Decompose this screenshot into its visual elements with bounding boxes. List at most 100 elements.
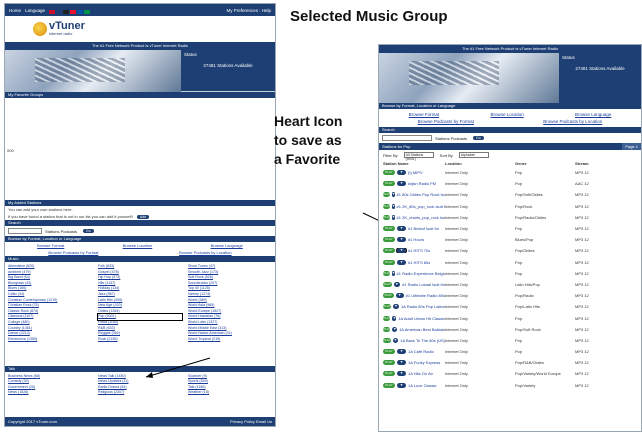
heart-favorite-icon[interactable]: ♥ — [392, 315, 397, 321]
search-options-right[interactable]: Stations Podcasts — [435, 136, 467, 141]
talk-genre-link[interactable]: Religious (2307) — [98, 390, 182, 395]
sort-select[interactable]: Alphabet — [458, 152, 489, 158]
play-button[interactable]: PLAY — [383, 293, 394, 299]
heart-favorite-icon[interactable]: ♥ — [392, 214, 395, 220]
preferences-help-links[interactable]: My Preferences : Help — [226, 8, 271, 13]
logo[interactable]: vTuner internet radio — [5, 16, 275, 42]
play-button[interactable]: PLAY — [383, 349, 395, 355]
play-button[interactable]: PLAY — [383, 259, 395, 265]
browse-format-link[interactable]: Browse Format — [37, 243, 64, 248]
browse-language-link-right[interactable]: Browse Language — [575, 111, 611, 118]
play-button[interactable]: PLAY — [383, 270, 391, 276]
flag-icon[interactable] — [56, 10, 63, 14]
play-button[interactable]: PLAY — [383, 237, 395, 243]
browse-podcasts-format-link-right[interactable]: Browse Podcasts by Format — [418, 118, 474, 125]
heart-favorite-icon[interactable]: ♥ — [397, 349, 406, 355]
genre-link[interactable]: Electronica (1355) — [8, 337, 92, 343]
talk-genre-link[interactable]: Weather (18) — [188, 390, 272, 395]
station-name-link[interactable]: #djsn Radio FM — [408, 181, 436, 186]
search-input-right[interactable] — [382, 135, 432, 141]
search-input[interactable] — [8, 228, 42, 234]
heart-favorite-icon[interactable]: ♥ — [392, 192, 395, 198]
flag-icon[interactable] — [70, 10, 77, 14]
flag-icon[interactable] — [84, 10, 91, 14]
heart-favorite-icon[interactable]: ♥ — [392, 304, 399, 310]
station-name-link[interactable]: 1A Funky Express — [408, 360, 440, 365]
heart-favorite-icon[interactable]: ♥ — [393, 281, 401, 287]
search-go-button[interactable]: Go — [83, 229, 94, 233]
search-go-button-right[interactable]: Go — [473, 136, 484, 140]
heart-favorite-icon[interactable]: ♥ — [395, 293, 404, 299]
play-button[interactable]: PLAY — [383, 337, 391, 343]
page-tag[interactable]: Page 1 — [622, 143, 641, 150]
talk-genre-link[interactable]: News (1526) — [8, 390, 92, 395]
promo-band-right[interactable]: The #1 Free Network Product is vTuner In… — [379, 45, 641, 53]
play-button[interactable]: PLAY — [383, 371, 395, 377]
genre-link[interactable]: World Tropical (219) — [188, 337, 272, 343]
play-button[interactable]: PLAY — [383, 214, 391, 220]
play-button[interactable]: PLAY — [383, 203, 391, 209]
station-name-link[interactable]: #1 HITS 80s — [408, 260, 430, 265]
heart-favorite-icon[interactable]: ♥ — [392, 337, 399, 343]
station-name-link[interactable]: 1A Radio 80s Pop Latino — [401, 304, 445, 309]
station-name-link[interactable]: 1A Adult Urban Hit Classic — [398, 316, 445, 321]
play-button[interactable]: PLAY — [383, 382, 395, 388]
play-button[interactable]: PLAY — [383, 360, 395, 366]
heart-favorite-icon[interactable]: ♥ — [397, 237, 406, 243]
heart-favorite-icon[interactable]: ♥ — [397, 170, 406, 176]
station-name-link[interactable]: #1 Ultimate Radio 80s — [406, 293, 445, 298]
promo-band[interactable]: The #1 Free Network Product is vTuner In… — [5, 42, 275, 50]
browse-podcasts-location-link[interactable]: Browse Podcasts by Location — [179, 250, 231, 255]
play-button[interactable]: PLAY — [383, 226, 395, 232]
play-button[interactable]: PLAY — [383, 315, 391, 321]
flag-icon[interactable] — [63, 10, 70, 14]
play-button[interactable]: PLAY — [383, 170, 395, 176]
heart-favorite-icon[interactable]: ♥ — [392, 203, 395, 209]
station-name-link[interactable]: #1 Radio Lokaal Isuit fm — [402, 282, 445, 287]
heart-favorite-icon[interactable]: ♥ — [397, 360, 406, 366]
heart-favorite-icon[interactable]: ♥ — [397, 259, 406, 265]
station-name-link[interactable]: (t) MIPV — [408, 170, 423, 175]
play-button[interactable]: PLAY — [383, 326, 391, 332]
flag-icon[interactable] — [49, 10, 56, 14]
heart-favorite-icon[interactable]: ♥ — [397, 371, 406, 377]
add-station-button[interactable]: Add — [136, 215, 150, 219]
flag-icon[interactable] — [77, 10, 84, 14]
heart-favorite-icon[interactable]: ♥ — [395, 248, 408, 254]
heart-favorite-icon[interactable]: ♥ — [397, 181, 406, 187]
station-name-link[interactable]: #1 HITS 70s — [408, 248, 430, 253]
station-genre: Pop/Radio/Oldies — [515, 214, 547, 220]
browse-podcasts-location-link-right[interactable]: Browse Podcasts by Location — [543, 118, 602, 125]
heart-favorite-icon[interactable]: ♥ — [392, 270, 395, 276]
station-name-link[interactable]: 1A Back To The 80s (US) — [400, 338, 445, 343]
heart-favorite-icon[interactable]: ♥ — [397, 382, 406, 388]
station-name-link[interactable]: #1 Bestof Isuit fm — [408, 226, 439, 231]
home-link[interactable]: Home — [9, 8, 21, 13]
browse-format-link-right[interactable]: Browse Format — [409, 111, 440, 118]
heart-favorite-icon[interactable]: ♥ — [397, 226, 406, 232]
play-button[interactable]: PLAY — [383, 248, 395, 254]
station-name-link[interactable]: 1A Love Classic — [408, 383, 436, 388]
browse-location-link-right[interactable]: Browse Location — [490, 111, 523, 118]
station-name-link[interactable]: 1A Hits On Air — [408, 371, 433, 376]
station-name-link[interactable]: #1 80s Oldies Pop Rock Isuit fm — [397, 192, 445, 197]
station-name-link[interactable]: #1 2K_80s_pop_rock Isuit fm — [397, 204, 445, 209]
play-button[interactable]: PLAY — [383, 281, 392, 287]
filter-select[interactable]: All Stations (5001) — [403, 152, 434, 161]
genre-link[interactable]: Rock (2195) — [98, 337, 182, 343]
station-name-link[interactable]: #1 2K_charts_pop_rock Isuit fm — [397, 215, 445, 220]
browse-language-link[interactable]: Browse Language — [211, 243, 243, 248]
station-name-link[interactable]: 1A Café Radio — [408, 349, 434, 354]
search-options[interactable]: Stations Podcasts — [45, 229, 77, 234]
station-name-link[interactable]: 1A American Best Ballads — [399, 327, 445, 332]
browse-location-link[interactable]: Browse Location — [123, 243, 153, 248]
heart-favorite-icon[interactable]: ♥ — [392, 326, 398, 332]
play-button[interactable]: PLAY — [383, 181, 395, 187]
flag-icons[interactable] — [49, 4, 91, 19]
footer-links[interactable]: Privacy Policy Email Us — [230, 419, 272, 424]
browse-podcasts-format-link[interactable]: Browse Podcasts by Format — [48, 250, 98, 255]
station-name-link[interactable]: #1 Hours — [408, 237, 424, 242]
station-name-link[interactable]: #1 Radio Experience Belgium — [397, 271, 445, 276]
play-button[interactable]: PLAY — [383, 304, 391, 310]
play-button[interactable]: PLAY — [383, 192, 391, 198]
